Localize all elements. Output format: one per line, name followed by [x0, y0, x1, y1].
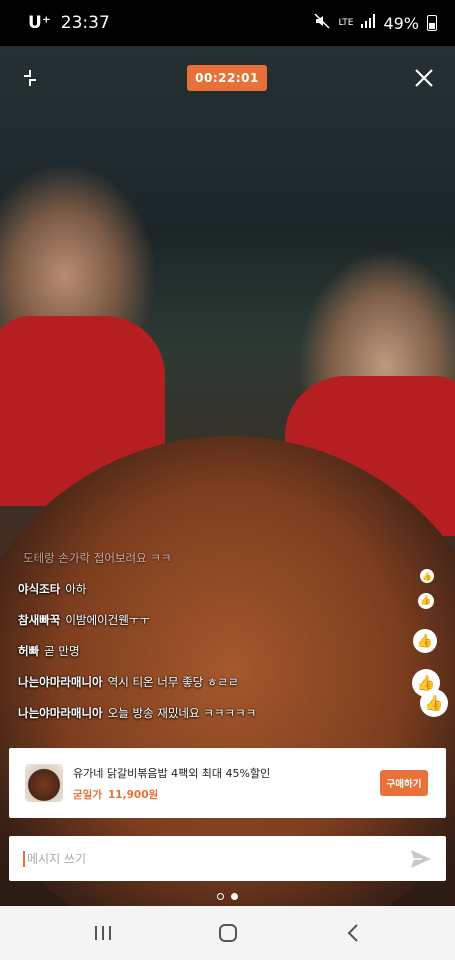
- thumbs-up-icon: 👍: [413, 629, 437, 653]
- product-price: 11,900원: [107, 788, 159, 801]
- mute-icon: [314, 13, 330, 33]
- home-icon[interactable]: [208, 913, 248, 953]
- thumbs-up-icon[interactable]: 👍: [420, 689, 448, 717]
- message-input[interactable]: 메시지 쓰기: [9, 836, 446, 881]
- product-thumbnail: [25, 764, 63, 802]
- chat-message: 나는야마라매니아 오늘 방송 재밌네요 ㅋㅋㅋㅋㅋ: [18, 705, 398, 736]
- chat-message: 도테랑 손가락 접어보려요 ㅋㅋ: [18, 550, 398, 581]
- chat-text: 오늘 방송 재밌네요 ㅋㅋㅋㅋㅋ: [107, 706, 257, 720]
- chat-user: 야식조타: [18, 582, 61, 596]
- chat-text: 도테랑 손가락 접어보려요 ㅋㅋ: [23, 551, 172, 565]
- fullscreen-icon[interactable]: [20, 68, 40, 88]
- back-icon[interactable]: [333, 913, 373, 953]
- like-animation: 👍 👍 👍 👍 👍: [406, 565, 451, 725]
- recents-icon[interactable]: [83, 913, 123, 953]
- live-timer: 00:22:01: [187, 65, 267, 91]
- product-name: 유가네 닭갈비볶음밥 4팩외 최대 45%할인: [73, 766, 271, 780]
- chat-text: 이밤에이건웬ㅜㅜ: [65, 613, 150, 627]
- status-bar: U⁺ 23:37 LTE 49%: [0, 0, 455, 46]
- battery-icon: [427, 15, 437, 31]
- thumbs-up-icon: 👍: [420, 569, 434, 583]
- chat-message: 야식조타 아하: [18, 581, 398, 612]
- product-card[interactable]: 유가네 닭갈비볶음밥 4팩외 최대 45%할인 굳일가 11,900원 구매하기: [9, 748, 446, 818]
- chat-message: 허빠 곧 만명: [18, 643, 398, 674]
- thumbs-up-icon: 👍: [418, 593, 434, 609]
- send-icon[interactable]: [410, 848, 432, 870]
- chat-message: 나는야마라매니아 역시 티온 너무 좋당 ㅎㄹㄹ: [18, 674, 398, 705]
- chat-user: 참새빠꾹: [18, 613, 61, 627]
- battery-percent: 49%: [383, 13, 419, 33]
- page-indicator: [0, 893, 455, 900]
- chat-text: 역시 티온 너무 좋당 ㅎㄹㄹ: [107, 675, 239, 689]
- text-caret: [23, 850, 25, 867]
- price-label: 굳일가: [73, 788, 102, 801]
- system-nav-bar: [0, 906, 455, 960]
- chat-list: 도테랑 손가락 접어보려요 ㅋㅋ 야식조타 아하 참새빠꾹 이밤에이건웬ㅜㅜ 허빠 곧…: [18, 550, 398, 736]
- buy-button[interactable]: 구매하기: [380, 770, 428, 796]
- chat-user: 나는야마라매니아: [18, 706, 103, 720]
- close-icon[interactable]: [412, 66, 436, 90]
- chat-message: 참새빠꾹 이밤에이건웬ㅜㅜ: [18, 612, 398, 643]
- page-dot[interactable]: [217, 893, 224, 900]
- chat-text: 곧 만명: [44, 644, 80, 658]
- page-dot-active[interactable]: [231, 893, 238, 900]
- clock: 23:37: [60, 13, 110, 33]
- chat-user: 허빠: [18, 644, 40, 658]
- message-placeholder[interactable]: 메시지 쓰기: [27, 850, 410, 867]
- chat-user: 나는야마라매니아: [18, 675, 103, 689]
- chat-text: 아하: [65, 582, 87, 596]
- signal-icon: [361, 14, 376, 32]
- network-type: LTE: [338, 17, 354, 28]
- carrier-label: U⁺: [28, 13, 51, 33]
